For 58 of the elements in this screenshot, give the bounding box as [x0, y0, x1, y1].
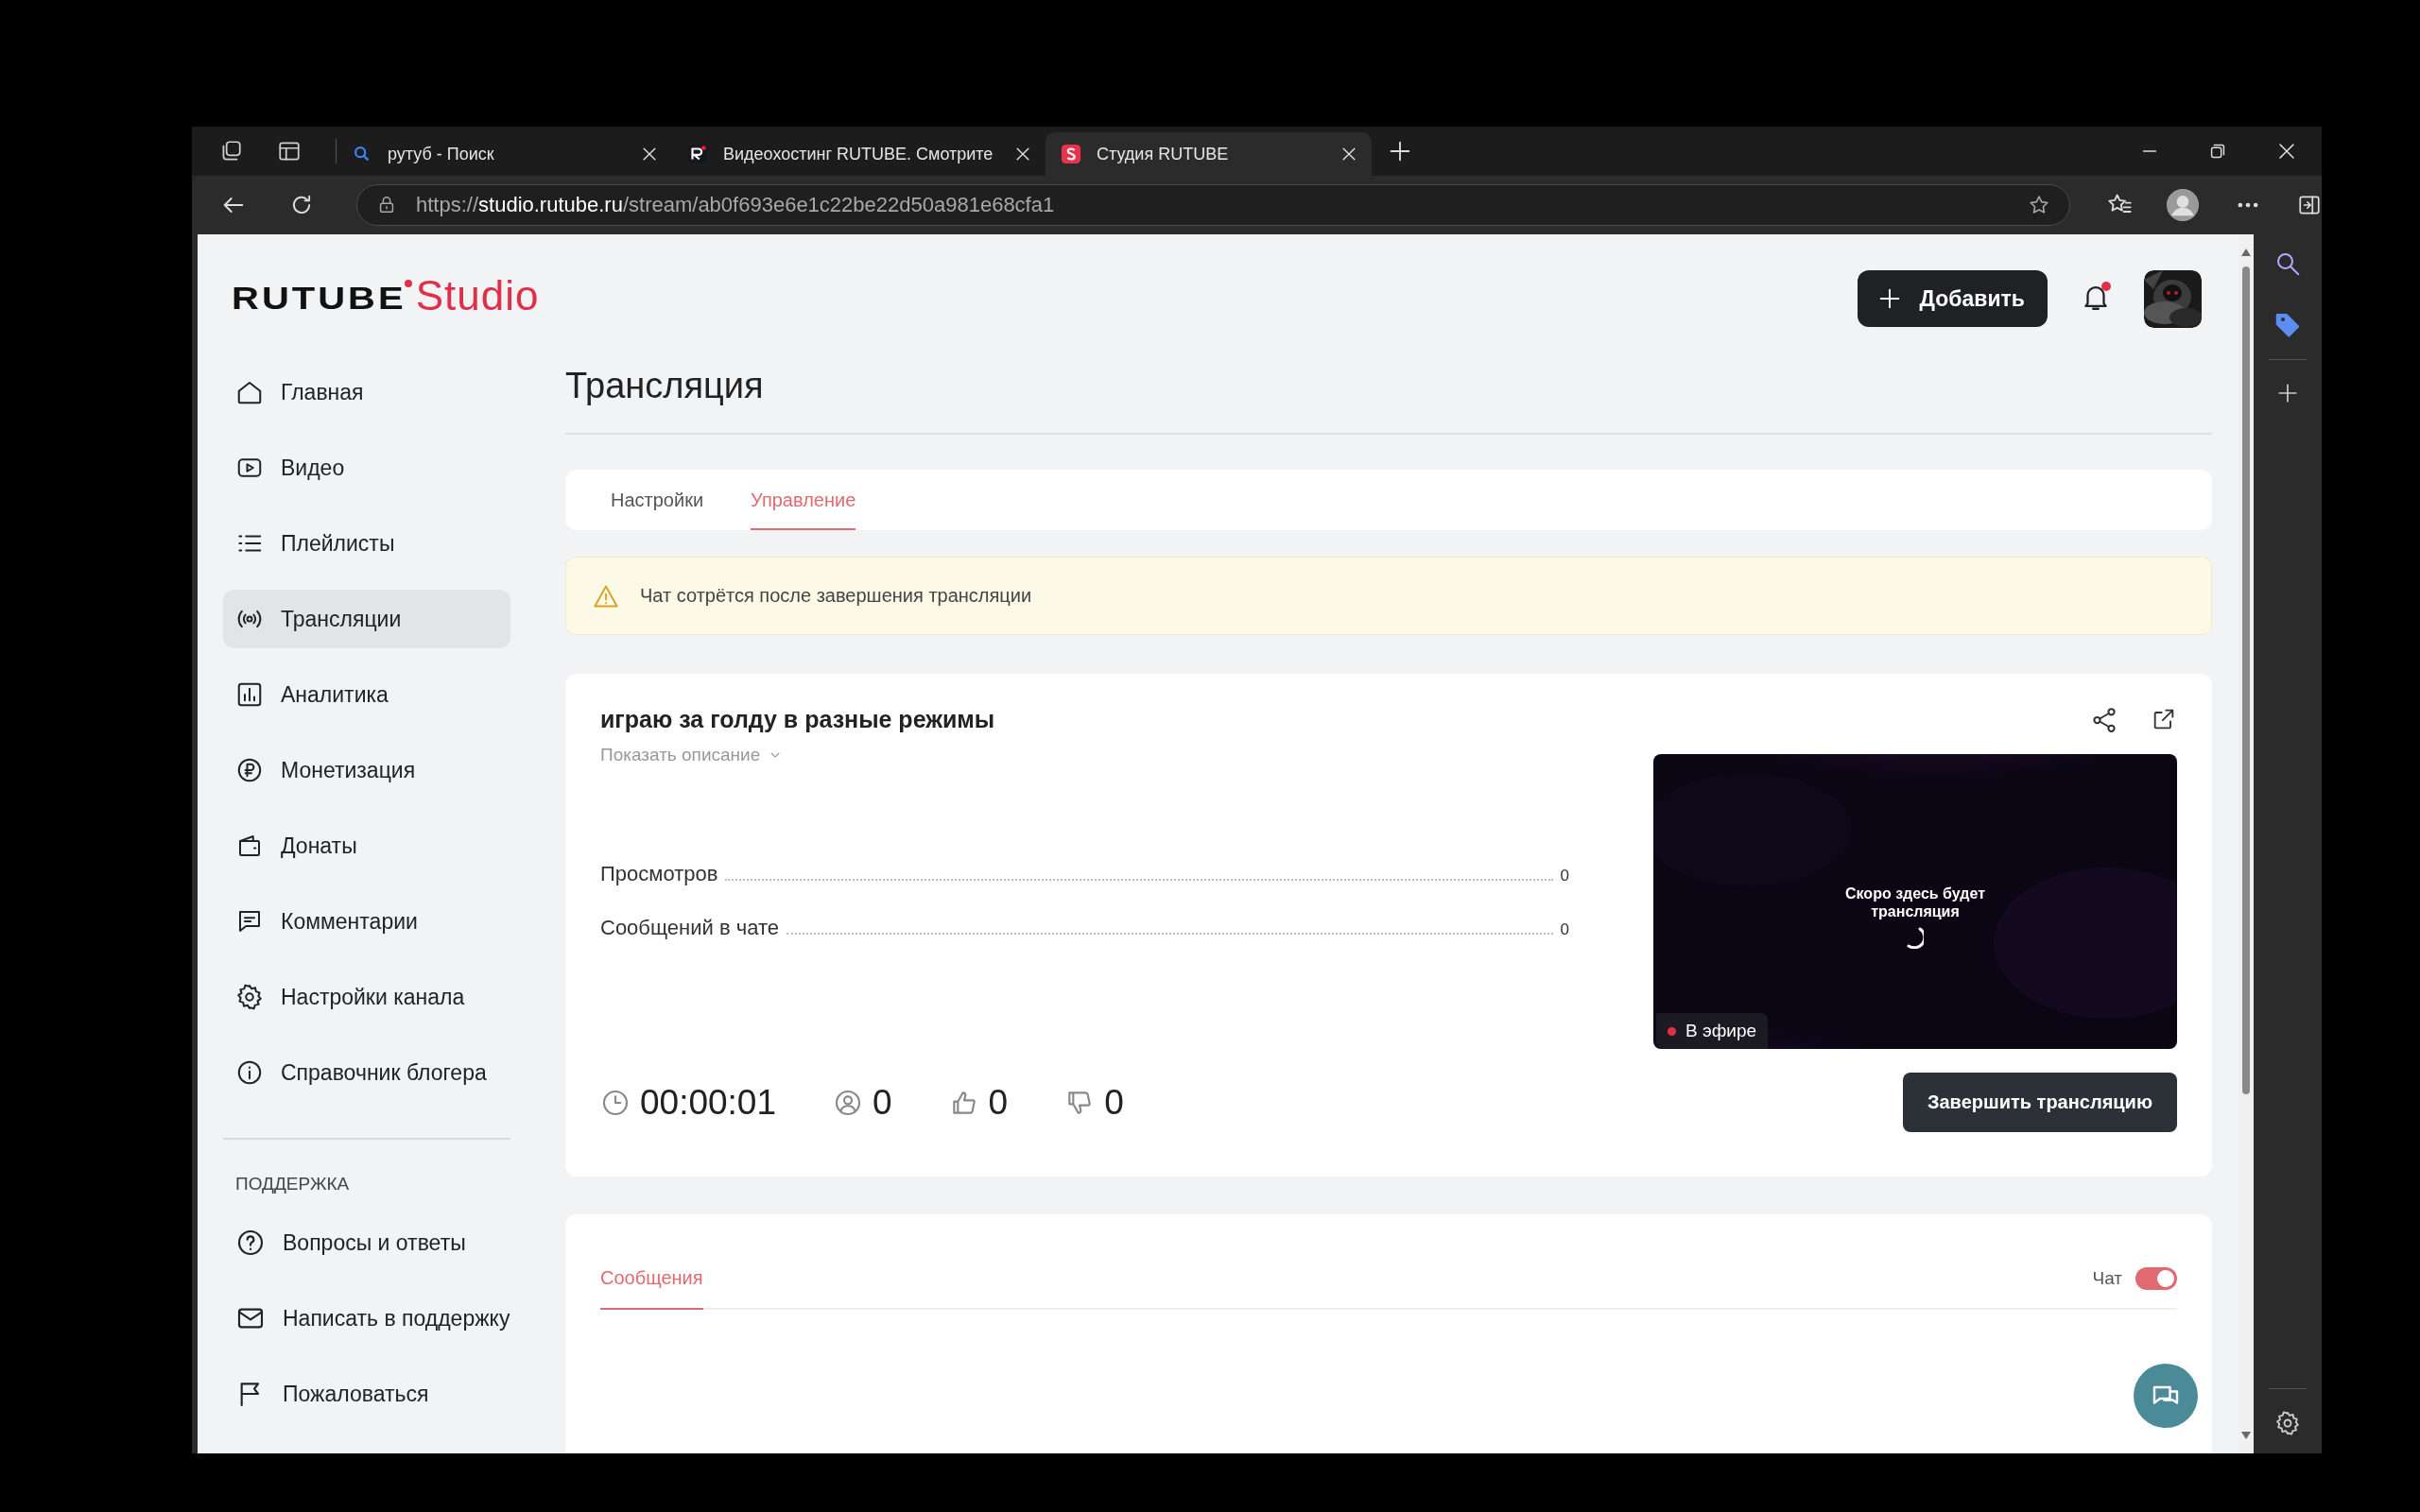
address-field[interactable]: https://studio.rutube.ru/stream/ab0f693e6e1c22be22d50a981e68cfa1 [356, 184, 2070, 226]
nav-item[interactable]: Трансляции [223, 590, 510, 648]
nav-item[interactable]: Настройки канала [223, 968, 510, 1026]
stat-label: Просмотров [600, 862, 718, 886]
scrollbar-thumb[interactable] [2242, 266, 2250, 1094]
counter-value: 0 [873, 1082, 892, 1123]
scroll-up-icon[interactable] [2240, 248, 2252, 257]
nav-item[interactable]: Справочник блогера [223, 1043, 510, 1102]
tabs-icon[interactable] [277, 139, 302, 163]
sidebar-toggle-icon[interactable] [2297, 193, 2322, 217]
live-dot [1668, 1026, 1676, 1036]
nav-item[interactable]: Главная [223, 363, 510, 421]
stream-title: играю за голду в разные режимы [600, 706, 995, 733]
app-logo-icon [1061, 144, 1081, 164]
stat-value: 0 [1560, 920, 1569, 939]
counter-value: 0 [988, 1082, 1009, 1123]
browser-tab[interactable]: Студия RUTUBE [1046, 132, 1372, 176]
browser-tab[interactable]: рутуб - Поиск [337, 132, 672, 176]
nav-item[interactable]: Видео [223, 438, 510, 497]
tab[interactable]: Настройки [611, 470, 704, 530]
nav-item[interactable]: Аналитика [223, 665, 510, 724]
scroll-down-icon[interactable] [2240, 1431, 2252, 1440]
nav-item[interactable]: Донаты [223, 816, 510, 875]
share-icon[interactable] [2090, 706, 2118, 734]
preview-caption: Скоро здесь будет трансляция [1844, 885, 1986, 920]
nav-item[interactable]: Плейлисты [223, 514, 510, 573]
loading-icon [1907, 926, 1924, 949]
warning-text: Чат сотрётся после завершения трансляции [640, 585, 1032, 607]
help-icon [235, 1228, 266, 1258]
settings-icon [235, 983, 264, 1011]
counter-value: 0 [1104, 1082, 1124, 1123]
app-logo-icon [687, 144, 708, 164]
section-heading: ПОДДЕРЖКА [234, 1174, 351, 1194]
page-title: Трансляция [565, 363, 2212, 435]
nav-item[interactable]: Пожаловаться [223, 1365, 510, 1423]
stat-label: Сообщений в чате [600, 916, 779, 940]
settings-icon[interactable] [2274, 1410, 2301, 1436]
stat-value: 0 [1560, 867, 1569, 885]
logo-brand: RUTUBE [232, 283, 406, 315]
add-button[interactable]: Добавить [1857, 270, 2048, 327]
scrollbar[interactable] [2238, 234, 2254, 1453]
logo-product: Studio [415, 275, 540, 317]
stream-duration: 00:00:01 [640, 1082, 777, 1123]
star-icon[interactable] [2028, 194, 2050, 216]
end-stream-button[interactable]: Завершить трансляцию [1902, 1073, 2177, 1132]
nav-item[interactable]: Монетизация [223, 741, 510, 799]
bar-chart-icon [235, 680, 264, 709]
nav-item[interactable]: Написать в поддержку [223, 1289, 510, 1348]
nav-item[interactable]: Комментарии [223, 892, 510, 951]
browser-tab[interactable]: Видеохостинг RUTUBE. Смотрите [672, 132, 1046, 176]
profile-icon[interactable] [2167, 189, 2199, 221]
ruble-icon [235, 756, 264, 784]
chat-toggle[interactable] [2135, 1267, 2177, 1290]
toggle-label: Чат [2092, 1268, 2122, 1289]
nav-item[interactable]: Вопросы и ответы [223, 1213, 510, 1272]
logo-dot-icon [404, 280, 412, 287]
live-badge: В эфире [1656, 1013, 1769, 1049]
info-icon [235, 1058, 264, 1087]
